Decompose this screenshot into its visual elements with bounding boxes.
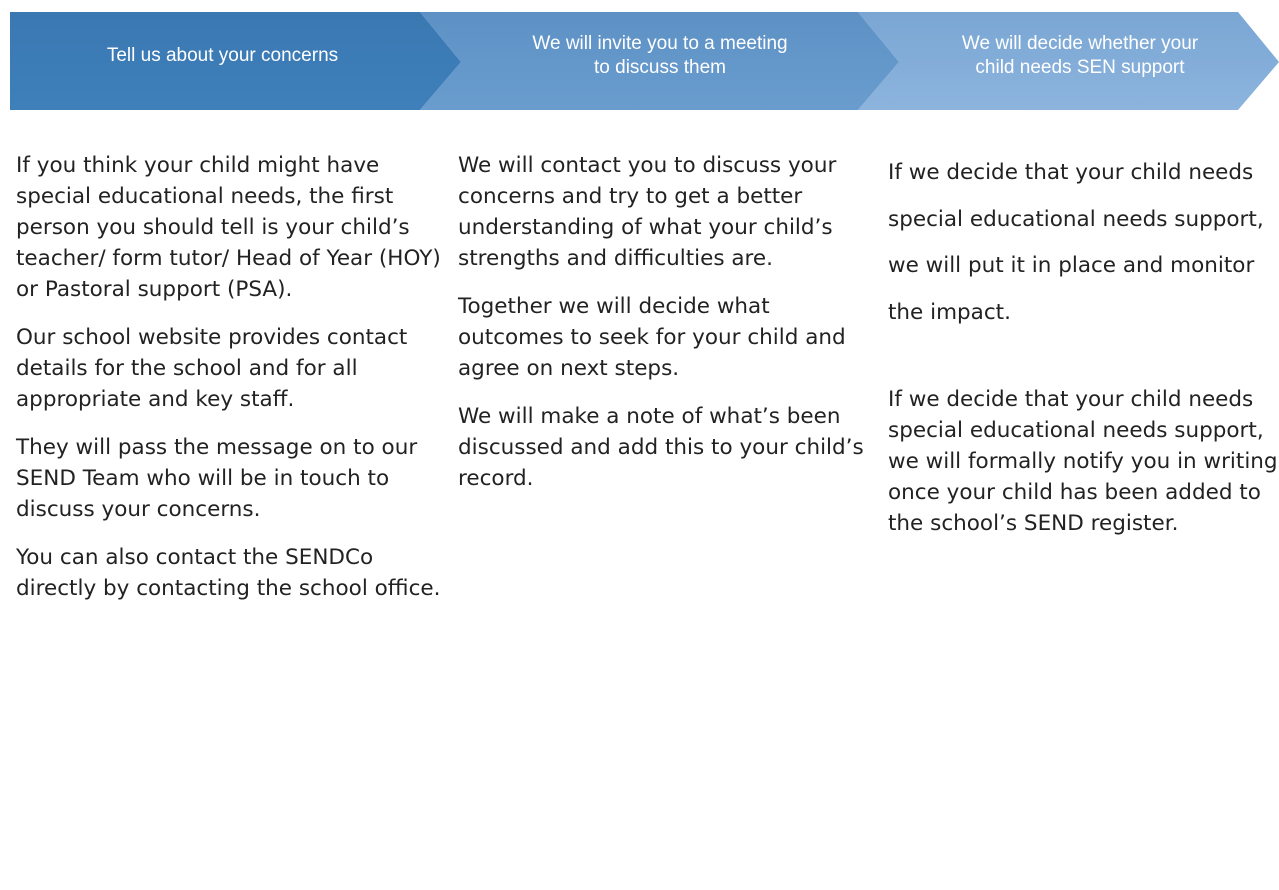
column-decision: If we decide that your child needs speci… [888, 150, 1279, 556]
paragraph: If we decide that your child needs speci… [888, 387, 1278, 536]
paragraph: Our school website provides contact deta… [16, 325, 408, 412]
paragraph: They will pass the message on to our SEN… [16, 435, 418, 522]
column-meeting: We will contact you to discuss your conc… [458, 150, 868, 511]
paragraph: We will make a note of what’s been discu… [458, 404, 864, 491]
stage-1-label: Tell us about your concerns [106, 45, 339, 66]
stage-3-label: We will decide whether your child needs … [961, 33, 1199, 78]
paragraph: Together we will decide what outcomes to… [458, 294, 846, 381]
paragraph: We will contact you to discuss your conc… [458, 153, 837, 271]
paragraph: You can also contact the SENDCo directly… [16, 545, 441, 601]
process-banner: Tell us about your concerns We will invi… [0, 0, 1279, 112]
paragraph: If you think your child might have speci… [16, 153, 441, 302]
stage-2-label: We will invite you to a meeting to discu… [532, 33, 788, 78]
paragraph: If we decide that your child needs speci… [888, 160, 1264, 325]
column-tell-us: If you think your child might have speci… [16, 150, 441, 621]
